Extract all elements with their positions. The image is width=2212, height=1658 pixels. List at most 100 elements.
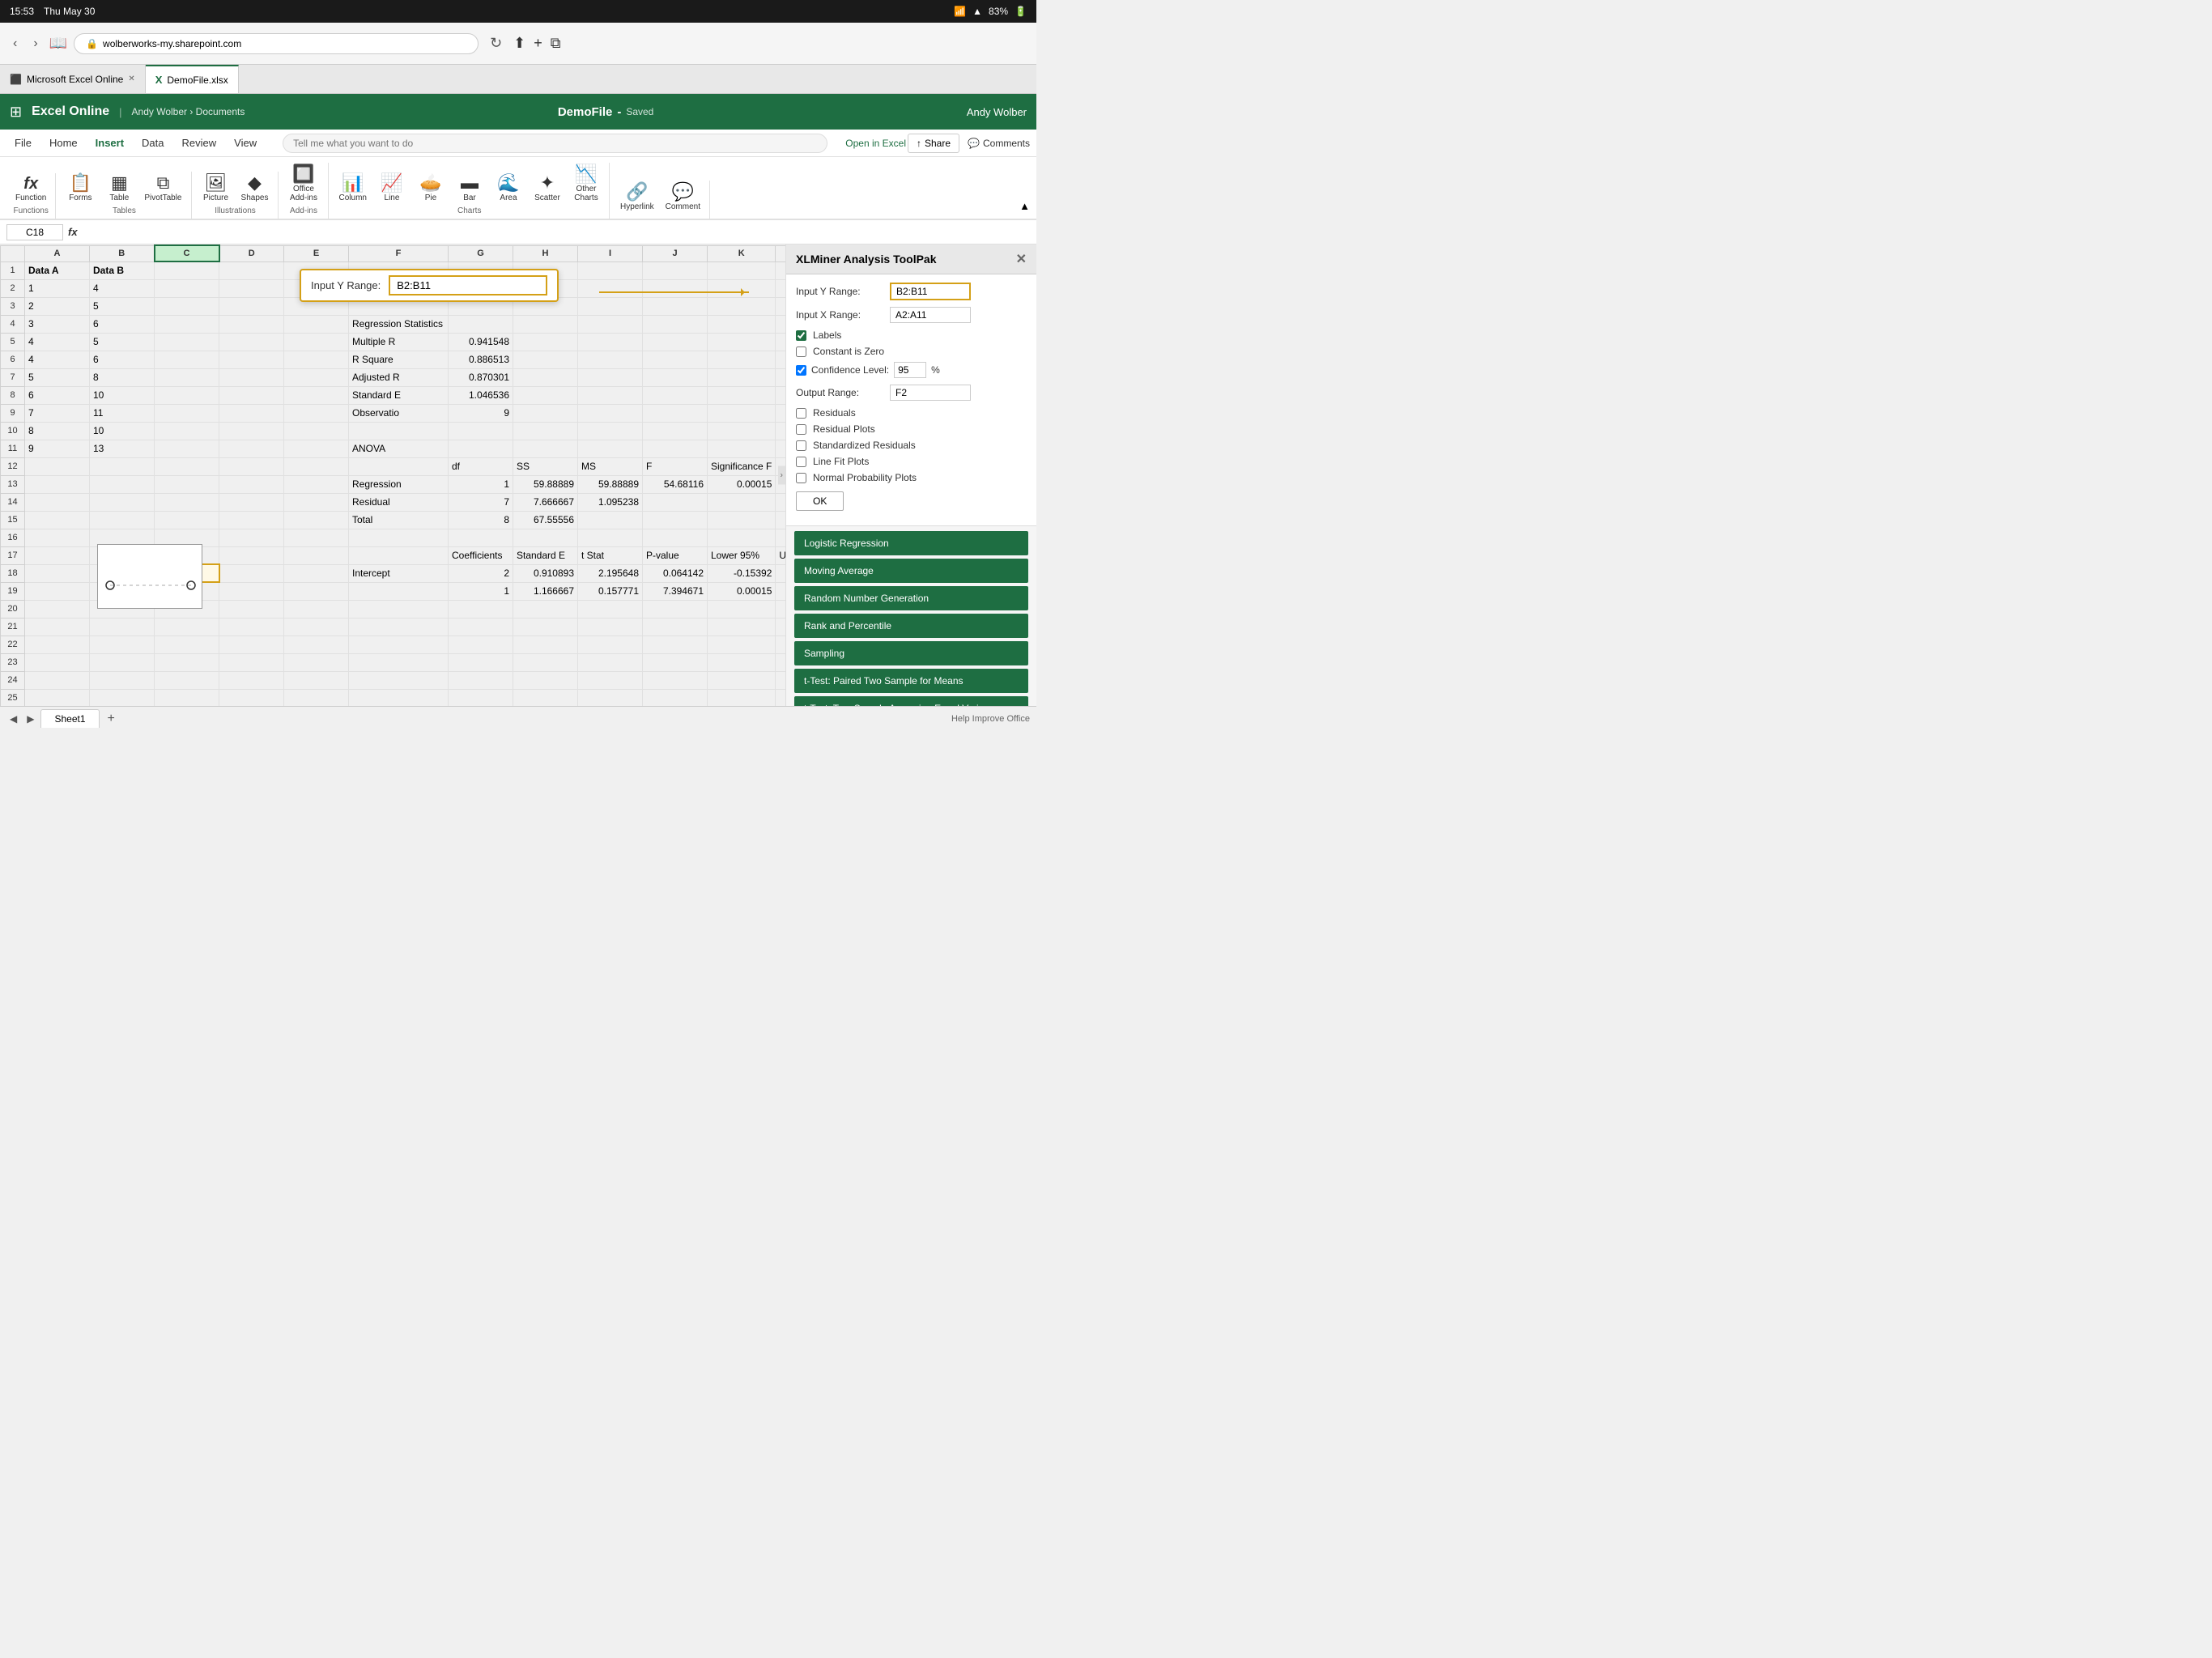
ribbon-area-button[interactable]: 🌊 Area [491,172,526,205]
cell-25-3[interactable] [219,689,284,706]
cell-16-11[interactable] [776,529,785,546]
cell-7-3[interactable] [219,368,284,386]
cell-21-1[interactable] [90,618,155,636]
cell-16-7[interactable] [513,529,578,546]
cell-6-10[interactable] [708,351,776,368]
cell-16-6[interactable] [449,529,513,546]
cell-14-9[interactable] [643,493,708,511]
cell-25-8[interactable] [578,689,643,706]
cell-7-2[interactable] [155,368,219,386]
cell-24-0[interactable] [25,671,90,689]
cell-18-4[interactable] [284,564,349,582]
cell-10-8[interactable] [578,422,643,440]
ribbon-table-button[interactable]: ▦ Table [101,172,137,205]
cell-19-7[interactable]: 1.166667 [513,582,578,600]
cell-11-4[interactable] [284,440,349,457]
cell-16-0[interactable] [25,529,90,546]
cell-1-3[interactable] [219,261,284,279]
cell-18-6[interactable]: 2 [449,564,513,582]
ribbon-hyperlink-button[interactable]: 🔗 Hyperlink [616,181,658,214]
add-sheet-button[interactable]: + [103,710,120,728]
cell-7-7[interactable] [513,368,578,386]
cell-19-11[interactable]: 0.793597 [776,582,785,600]
cell-8-0[interactable]: 6 [25,386,90,404]
cell-21-0[interactable] [25,618,90,636]
cell-21-3[interactable] [219,618,284,636]
cell-18-11[interactable]: 4.153919 [776,564,785,582]
cell-22-1[interactable] [90,636,155,653]
cell-20-5[interactable] [349,600,449,618]
browser-refresh-button[interactable]: ↻ [485,32,507,55]
cell-25-0[interactable] [25,689,90,706]
cell-4-4[interactable] [284,315,349,333]
cell-21-9[interactable] [643,618,708,636]
cell-12-10[interactable]: Significance F [708,457,776,475]
cell-25-11[interactable] [776,689,785,706]
cell-11-3[interactable] [219,440,284,457]
cell-2-1[interactable]: 4 [90,279,155,297]
cell-22-4[interactable] [284,636,349,653]
cell-19-8[interactable]: 0.157771 [578,582,643,600]
cell-24-9[interactable] [643,671,708,689]
cell-4-6[interactable] [449,315,513,333]
cell-7-6[interactable]: 0.870301 [449,368,513,386]
cell-15-10[interactable] [708,511,776,529]
cell-9-3[interactable] [219,404,284,422]
cell-13-9[interactable]: 54.68116 [643,475,708,493]
cell-20-7[interactable] [513,600,578,618]
cell-6-8[interactable] [578,351,643,368]
tool-btn-6[interactable]: t-Test: Two-Sample Assuming Equal Varian… [794,696,1028,706]
cell-23-2[interactable] [155,653,219,671]
cell-10-11[interactable] [776,422,785,440]
cell-4-9[interactable] [643,315,708,333]
cell-14-5[interactable]: Residual [349,493,449,511]
cell-11-2[interactable] [155,440,219,457]
cell-11-8[interactable] [578,440,643,457]
ribbon-pivottable-button[interactable]: ⧉ PivotTable [140,172,185,205]
cell-17-0[interactable] [25,546,90,564]
tab-demofile[interactable]: X DemoFile.xlsx [146,65,239,93]
cell-25-10[interactable] [708,689,776,706]
cell-20-8[interactable] [578,600,643,618]
cell-25-5[interactable] [349,689,449,706]
cell-24-6[interactable] [449,671,513,689]
cell-23-10[interactable] [708,653,776,671]
cell-25-4[interactable] [284,689,349,706]
cell-7-0[interactable]: 5 [25,368,90,386]
cell-24-1[interactable] [90,671,155,689]
ribbon-bar-button[interactable]: ▬ Bar [452,172,487,205]
input-y-value-field[interactable] [389,275,547,295]
tell-me-input[interactable] [283,134,827,153]
ribbon-pie-button[interactable]: 🥧 Pie [413,172,449,205]
cell-14-2[interactable] [155,493,219,511]
cell-25-9[interactable] [643,689,708,706]
cell-4-2[interactable] [155,315,219,333]
menu-data[interactable]: Data [134,133,172,153]
cell-21-8[interactable] [578,618,643,636]
cell-8-6[interactable]: 1.046536 [449,386,513,404]
cell-2-3[interactable] [219,279,284,297]
cell-10-4[interactable] [284,422,349,440]
cell-13-10[interactable]: 0.00015 [708,475,776,493]
cell-22-6[interactable] [449,636,513,653]
tool-btn-3[interactable]: Rank and Percentile [794,614,1028,638]
cell-13-0[interactable] [25,475,90,493]
cell-7-10[interactable] [708,368,776,386]
standardized-residuals-checkbox[interactable] [796,440,806,451]
cell-19-10[interactable]: 0.00015 [708,582,776,600]
sheet-tab-sheet1[interactable]: Sheet1 [40,709,99,728]
cell-19-5[interactable] [349,582,449,600]
cell-20-0[interactable] [25,600,90,618]
cell-20-6[interactable] [449,600,513,618]
cell-6-5[interactable]: R Square [349,351,449,368]
cell-24-8[interactable] [578,671,643,689]
ribbon-othercharts-button[interactable]: 📉 OtherCharts [568,163,604,205]
cell-6-7[interactable] [513,351,578,368]
cell-22-7[interactable] [513,636,578,653]
cell-10-9[interactable] [643,422,708,440]
cell-5-5[interactable]: Multiple R [349,333,449,351]
cell-3-10[interactable] [708,297,776,315]
cell-14-8[interactable]: 1.095238 [578,493,643,511]
cell-14-3[interactable] [219,493,284,511]
cell-16-9[interactable] [643,529,708,546]
